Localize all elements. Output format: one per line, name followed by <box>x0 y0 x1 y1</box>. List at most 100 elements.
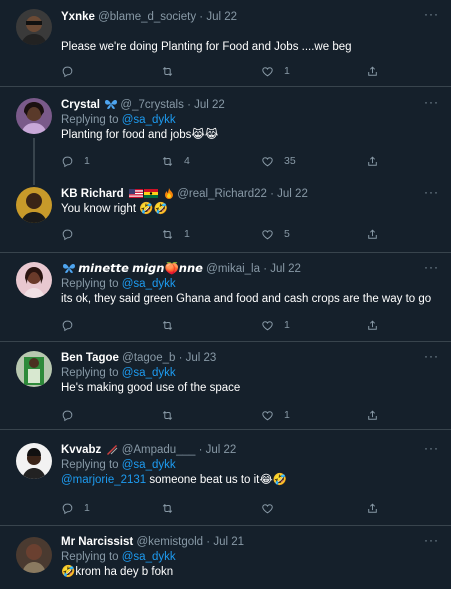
more-options-icon[interactable]: ··· <box>424 8 439 20</box>
tweet-date[interactable]: Jul 23 <box>186 352 217 364</box>
tweet[interactable]: KB Richard @real_Richard22 · Jul 22 You … <box>0 175 451 253</box>
replying-to-label: Replying to <box>61 367 119 379</box>
share-button[interactable] <box>366 152 379 170</box>
author-name[interactable]: Ben Tagoe <box>61 352 119 364</box>
author-handle[interactable]: @tagoe_b <box>122 352 175 364</box>
author-name[interactable]: Mr Narcissist <box>61 536 133 548</box>
reply-button[interactable]: 1 <box>61 152 90 170</box>
replying-to-mention[interactable]: @sa_dykk <box>122 459 176 471</box>
avatar[interactable] <box>16 187 52 223</box>
tweet-actions: 1 4 35 <box>61 152 391 170</box>
tweet[interactable]: 𝙢𝙞𝙣𝙚𝙩𝙩𝙚 𝙢𝙞𝙜𝙣🍑𝙣𝙣𝙚 @mikai_la · Jul 22 Repl… <box>0 254 451 342</box>
avatar[interactable] <box>16 98 52 134</box>
more-options-icon[interactable]: ··· <box>424 350 439 362</box>
author-handle[interactable]: @mikai_la <box>206 263 260 275</box>
reply-icon <box>61 502 74 515</box>
more-options-icon[interactable]: ··· <box>424 534 439 546</box>
tweet-date[interactable]: Jul 22 <box>277 188 308 200</box>
more-options-icon[interactable]: ··· <box>424 186 439 198</box>
like-button[interactable]: 1 <box>261 62 290 80</box>
retweet-count: 1 <box>184 228 190 240</box>
tweet-text: @marjorie_2131 someone beat us to it😂🤣 <box>61 473 441 488</box>
like-button[interactable]: 5 <box>261 225 290 243</box>
retweet-icon <box>161 65 174 78</box>
tweet-actions: 1 <box>61 62 391 80</box>
tweet-actions: 1 <box>61 316 391 334</box>
tweet[interactable]: Mr Narcissist @kemistgold · Jul 21 Reply… <box>0 527 451 589</box>
avatar[interactable] <box>16 351 52 387</box>
author-name[interactable]: Yxnke <box>61 11 95 23</box>
replying-to-label: Replying to <box>61 459 119 471</box>
tweet-text: its ok, they said green Ghana and food a… <box>61 293 432 305</box>
more-options-icon[interactable]: ··· <box>424 442 439 454</box>
reply-icon <box>61 65 74 78</box>
retweet-button[interactable]: 1 <box>161 225 190 243</box>
tweet-date[interactable]: Jul 22 <box>194 99 225 111</box>
tweet-date[interactable]: Jul 22 <box>206 444 237 456</box>
share-button[interactable] <box>366 406 379 424</box>
like-count: 1 <box>284 409 290 421</box>
retweet-button[interactable] <box>161 316 184 334</box>
tweet-date[interactable]: Jul 22 <box>206 11 237 23</box>
heart-icon <box>261 155 274 168</box>
like-button[interactable]: 35 <box>261 152 296 170</box>
tweet[interactable]: Yxnke @blame_d_society · Jul 22 Please w… <box>0 0 451 87</box>
replying-to: Replying to @sa_dykk <box>61 458 441 473</box>
tweet-date[interactable]: Jul 22 <box>270 263 301 275</box>
more-options-icon[interactable]: ··· <box>424 261 439 273</box>
separator-dot: · <box>270 188 274 200</box>
replying-to-label: Replying to <box>61 551 119 563</box>
replying-to: Replying to @sa_dykk <box>61 113 441 128</box>
tweet[interactable]: Ben Tagoe @tagoe_b · Jul 23 Replying to … <box>0 343 451 430</box>
avatar[interactable] <box>16 9 52 45</box>
reply-button[interactable]: 1 <box>61 499 90 517</box>
reply-button[interactable] <box>61 406 84 424</box>
author-handle[interactable]: @blame_d_society <box>98 11 196 23</box>
author-name[interactable]: KB Richard <box>61 188 124 200</box>
share-button[interactable] <box>366 499 379 517</box>
replying-to-mention[interactable]: @sa_dykk <box>122 114 176 126</box>
reply-button[interactable] <box>61 316 84 334</box>
retweet-button[interactable]: 4 <box>161 152 190 170</box>
replying-to-mention[interactable]: @sa_dykk <box>122 278 176 290</box>
share-button[interactable] <box>366 225 379 243</box>
tweet-date[interactable]: Jul 21 <box>213 536 244 548</box>
reply-button[interactable] <box>61 225 84 243</box>
avatar[interactable] <box>16 443 52 479</box>
reply-count: 1 <box>84 155 90 167</box>
author-handle[interactable]: @real_Richard22 <box>177 188 267 200</box>
author-handle[interactable]: @Ampadu___ <box>122 444 196 456</box>
reply-icon <box>61 155 74 168</box>
tweet[interactable]: Crystal @_7crystals · Jul 22 Replying to… <box>0 88 451 175</box>
retweet-button[interactable] <box>161 499 184 517</box>
author-handle[interactable]: @_7crystals <box>120 99 183 111</box>
like-button[interactable]: 1 <box>261 316 290 334</box>
tweet-header: Ben Tagoe @tagoe_b · Jul 23 <box>61 351 441 366</box>
heart-icon <box>261 228 274 241</box>
more-options-icon[interactable]: ··· <box>424 96 439 108</box>
author-name[interactable]: Crystal <box>61 99 100 111</box>
butterfly-icon <box>63 263 75 277</box>
share-button[interactable] <box>366 62 379 80</box>
tweet[interactable]: Kvvabz @Ampadu___ · Jul 22 Replying to @… <box>0 431 451 526</box>
replying-to-mention[interactable]: @sa_dykk <box>122 551 176 563</box>
author-handle[interactable]: @kemistgold <box>136 536 203 548</box>
avatar[interactable] <box>16 262 52 298</box>
replying-to-mention[interactable]: @sa_dykk <box>122 367 176 379</box>
retweet-icon <box>161 409 174 422</box>
text-mention[interactable]: @marjorie_2131 <box>61 474 146 486</box>
tweet-header: Crystal @_7crystals · Jul 22 <box>61 98 441 113</box>
avatar[interactable] <box>16 537 52 573</box>
like-count: 35 <box>284 155 296 167</box>
share-button[interactable] <box>366 316 379 334</box>
author-name[interactable]: 𝙢𝙞𝙣𝙚𝙩𝙩𝙚 𝙢𝙞𝙜𝙣🍑𝙣𝙣𝙚 <box>78 263 203 275</box>
reply-button[interactable] <box>61 62 84 80</box>
like-count: 1 <box>284 65 290 77</box>
reply-icon <box>61 409 74 422</box>
replying-to-label: Replying to <box>61 278 119 290</box>
like-button[interactable]: 1 <box>261 406 290 424</box>
like-button[interactable] <box>261 499 284 517</box>
author-name[interactable]: Kvvabz <box>61 444 101 456</box>
retweet-button[interactable] <box>161 406 184 424</box>
retweet-button[interactable] <box>161 62 184 80</box>
